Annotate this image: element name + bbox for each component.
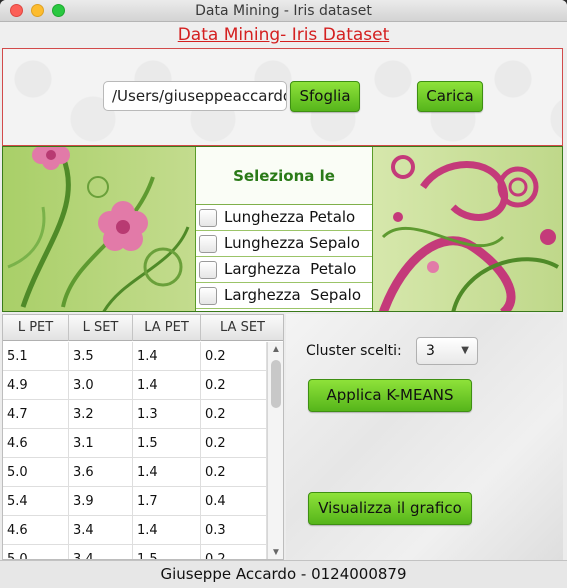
- checkbox[interactable]: [199, 261, 217, 279]
- table-cell: 0.2: [201, 400, 267, 429]
- cluster-count-value: 3: [426, 343, 435, 359]
- table-cell: 1.7: [133, 487, 201, 516]
- table-cell: 0.2: [201, 429, 267, 458]
- iris-data-table[interactable]: L PET L SET LA PET LA SET 5.1 3.5 1.4 0.2 4.…: [2, 314, 284, 560]
- feature-option-petal-length[interactable]: Lunghezza Petalo: [196, 205, 372, 231]
- table-cell: 0.2: [201, 545, 267, 559]
- feature-option-label: Larghezza Petalo: [224, 260, 357, 278]
- table-cell: 5.4: [3, 487, 69, 516]
- table-cell: 1.5: [133, 545, 201, 559]
- checkbox[interactable]: [199, 209, 217, 227]
- scroll-up-icon[interactable]: ▲: [271, 344, 281, 355]
- scroll-down-icon[interactable]: ▼: [271, 547, 281, 558]
- feature-option-label: Larghezza Sepalo: [224, 286, 361, 304]
- feature-option-petal-width[interactable]: Larghezza Petalo: [196, 257, 372, 283]
- table-header: L PET L SET LA PET LA SET: [3, 315, 283, 341]
- table-cell: 3.0: [69, 371, 133, 400]
- feature-selector-title: Seleziona le features: [196, 147, 372, 243]
- show-plot-button[interactable]: Visualizza il grafico: [308, 492, 472, 525]
- app-window: Data Mining - Iris dataset Data Mining- …: [0, 0, 567, 588]
- table-scrollbar[interactable]: ▲ ▼: [267, 342, 283, 559]
- table-cell: 5.0: [3, 458, 69, 487]
- table-cell: 4.6: [3, 429, 69, 458]
- table-cell: 3.1: [69, 429, 133, 458]
- feature-option-label: Lunghezza Petalo: [224, 208, 356, 226]
- file-path-input[interactable]: /Users/giuseppeaccardo: [103, 81, 287, 111]
- table-cell: 1.4: [133, 516, 201, 545]
- table-row[interactable]: 5.1 3.5 1.4 0.2: [3, 342, 267, 371]
- cluster-count-label: Cluster scelti:: [306, 343, 402, 359]
- load-button[interactable]: Carica: [417, 81, 483, 112]
- feature-selector: Seleziona le features Lunghezza Petalo L…: [195, 147, 373, 311]
- table-row[interactable]: 4.6 3.1 1.5 0.2: [3, 429, 267, 458]
- apply-kmeans-button[interactable]: Applica K-MEANS: [308, 379, 472, 412]
- checkbox[interactable]: [199, 235, 217, 253]
- table-cell: 1.4: [133, 371, 201, 400]
- app-heading: Data Mining- Iris Dataset: [0, 22, 567, 48]
- table-row[interactable]: 5.0 3.4 1.5 0.2: [3, 545, 267, 559]
- scroll-thumb[interactable]: [271, 360, 281, 408]
- table-row[interactable]: 4.6 3.4 1.4 0.3: [3, 516, 267, 545]
- window-title: Data Mining - Iris dataset: [195, 3, 372, 19]
- cluster-count-select[interactable]: 3 ▼: [416, 337, 478, 365]
- table-row[interactable]: 5.4 3.9 1.7 0.4: [3, 487, 267, 516]
- table-cell: 3.4: [69, 516, 133, 545]
- table-cell: 1.3: [133, 400, 201, 429]
- table-cell: 3.5: [69, 342, 133, 371]
- table-cell: 0.2: [201, 342, 267, 371]
- table-cell: 5.1: [3, 342, 69, 371]
- column-header[interactable]: LA PET: [133, 315, 201, 341]
- table-row[interactable]: 5.0 3.6 1.4 0.2: [3, 458, 267, 487]
- column-header[interactable]: LA SET: [201, 315, 283, 341]
- clustering-panel: Cluster scelti: 3 ▼ Applica K-MEANS Visu…: [286, 314, 563, 560]
- table-row[interactable]: 4.7 3.2 1.3 0.2: [3, 400, 267, 429]
- file-panel: /Users/giuseppeaccardo Sfoglia Carica: [2, 48, 563, 146]
- title-bar: Data Mining - Iris dataset: [0, 0, 567, 22]
- table-cell: 1.4: [133, 458, 201, 487]
- table-cell: 3.4: [69, 545, 133, 559]
- table-cell: 0.4: [201, 487, 267, 516]
- app-heading-text: Data Mining- Iris Dataset: [177, 25, 390, 45]
- browse-button[interactable]: Sfoglia: [290, 81, 360, 112]
- table-cell: 3.9: [69, 487, 133, 516]
- table-cell: 0.2: [201, 458, 267, 487]
- table-cell: 0.3: [201, 516, 267, 545]
- table-cell: 3.2: [69, 400, 133, 429]
- table-cell: 0.2: [201, 371, 267, 400]
- table-cell: 4.7: [3, 400, 69, 429]
- table-cell: 1.4: [133, 342, 201, 371]
- column-header[interactable]: L SET: [69, 315, 133, 341]
- table-cell: 4.6: [3, 516, 69, 545]
- table-cell: 4.9: [3, 371, 69, 400]
- chevron-down-icon: ▼: [461, 345, 469, 356]
- floral-banner: Seleziona le features Lunghezza Petalo L…: [2, 146, 563, 312]
- author-info: Giuseppe Accardo - 0124000879: [160, 565, 407, 583]
- status-footer: Giuseppe Accardo - 0124000879: [0, 560, 567, 588]
- table-row[interactable]: 4.9 3.0 1.4 0.2: [3, 371, 267, 400]
- checkbox[interactable]: [199, 287, 217, 305]
- feature-option-label: Lunghezza Sepalo: [224, 234, 360, 252]
- feature-option-sepal-width[interactable]: Larghezza Sepalo: [196, 283, 372, 309]
- table-cell: 1.5: [133, 429, 201, 458]
- feature-option-sepal-length[interactable]: Lunghezza Sepalo: [196, 231, 372, 257]
- column-header[interactable]: L PET: [3, 315, 69, 341]
- table-cell: 5.0: [3, 545, 69, 559]
- table-cell: 3.6: [69, 458, 133, 487]
